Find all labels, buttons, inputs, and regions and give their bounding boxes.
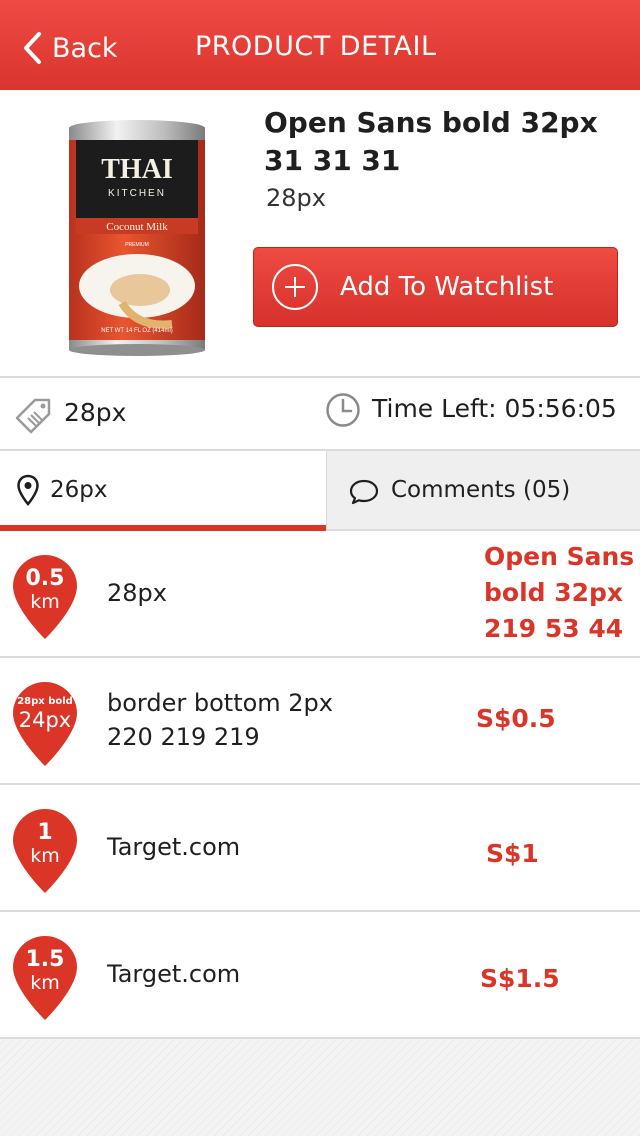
store-list: 0.5 km 28px Open Sans bold 32px 219 53 4… bbox=[0, 531, 640, 1039]
distance-unit: km bbox=[30, 591, 60, 613]
product-name: Open Sans bold 32px 31 31 31 bbox=[264, 106, 598, 177]
distance-value: 1 bbox=[37, 820, 53, 845]
store-row[interactable]: 28px bold 24px border bottom 2px 220 219… bbox=[0, 658, 640, 785]
distance-unit: km bbox=[30, 972, 60, 994]
tab-comments-label: Comments (05) bbox=[391, 477, 571, 503]
time-left: Time Left: 05:56:05 bbox=[372, 394, 617, 423]
page-title: PRODUCT DETAIL bbox=[195, 31, 437, 62]
clock-icon bbox=[326, 393, 360, 427]
distance-marker: 1 km bbox=[12, 807, 78, 895]
info-left-text: 28px bbox=[64, 398, 127, 427]
distance-note: 28px bold bbox=[17, 696, 73, 707]
store-price: S$1.5 bbox=[480, 964, 560, 993]
add-to-watchlist-label: Add To Watchlist bbox=[340, 272, 554, 302]
tab-comments[interactable]: Comments (05) bbox=[326, 451, 640, 529]
header-bar: Back PRODUCT DETAIL bbox=[0, 0, 640, 90]
store-row[interactable]: 0.5 km 28px Open Sans bold 32px 219 53 4… bbox=[0, 531, 640, 658]
product-can-image: THAI KITCHEN Coconut Milk PREMIUM NET WT… bbox=[69, 120, 205, 356]
store-price: S$1 bbox=[486, 839, 539, 868]
back-button[interactable]: Back bbox=[22, 28, 118, 68]
plus-circle-icon bbox=[272, 264, 318, 310]
chevron-left-icon bbox=[24, 32, 41, 64]
store-row[interactable]: 1 km Target.com S$1 bbox=[0, 785, 640, 912]
distance-value: 24px bbox=[18, 708, 72, 732]
store-name: Target.com bbox=[107, 833, 241, 861]
store-name: Target.com bbox=[107, 960, 241, 988]
distance-marker: 28px bold 24px bbox=[12, 680, 78, 768]
store-name: 28px bbox=[107, 579, 167, 607]
tab-location-label: 26px bbox=[50, 477, 108, 503]
can-net-weight: NET WT 14 FL OZ (414ml) bbox=[101, 328, 173, 334]
product-subtitle: 28px bbox=[266, 184, 326, 212]
can-variant: Coconut Milk bbox=[106, 221, 168, 233]
info-row: 28px Time Left: 05:56:05 bbox=[0, 378, 640, 451]
distance-value: 1.5 bbox=[25, 947, 65, 972]
store-row[interactable]: 1.5 km Target.com S$1.5 bbox=[0, 912, 640, 1039]
store-price: S$0.5 bbox=[476, 704, 556, 733]
distance-marker: 0.5 km bbox=[12, 553, 78, 641]
comment-bubble-icon bbox=[349, 479, 379, 505]
price-tag-icon bbox=[15, 398, 51, 434]
can-brand-sub: KITCHEN bbox=[108, 188, 166, 199]
tab-location[interactable]: 26px bbox=[0, 451, 326, 531]
distance-marker: 1.5 km bbox=[12, 934, 78, 1022]
distance-unit: km bbox=[30, 845, 60, 867]
store-name: border bottom 2px 220 219 219 bbox=[107, 689, 333, 751]
can-grade: PREMIUM bbox=[125, 242, 149, 248]
product-section: THAI KITCHEN Coconut Milk PREMIUM NET WT… bbox=[0, 90, 640, 378]
store-price: Open Sans bold 32px 219 53 44 bbox=[484, 542, 635, 643]
tab-bar: 26px Comments (05) bbox=[0, 451, 640, 531]
can-brand: THAI bbox=[101, 154, 173, 185]
add-to-watchlist-button[interactable]: Add To Watchlist bbox=[253, 247, 618, 327]
back-label: Back bbox=[52, 32, 118, 64]
distance-value: 0.5 bbox=[25, 566, 65, 591]
location-pin-icon bbox=[17, 474, 39, 506]
